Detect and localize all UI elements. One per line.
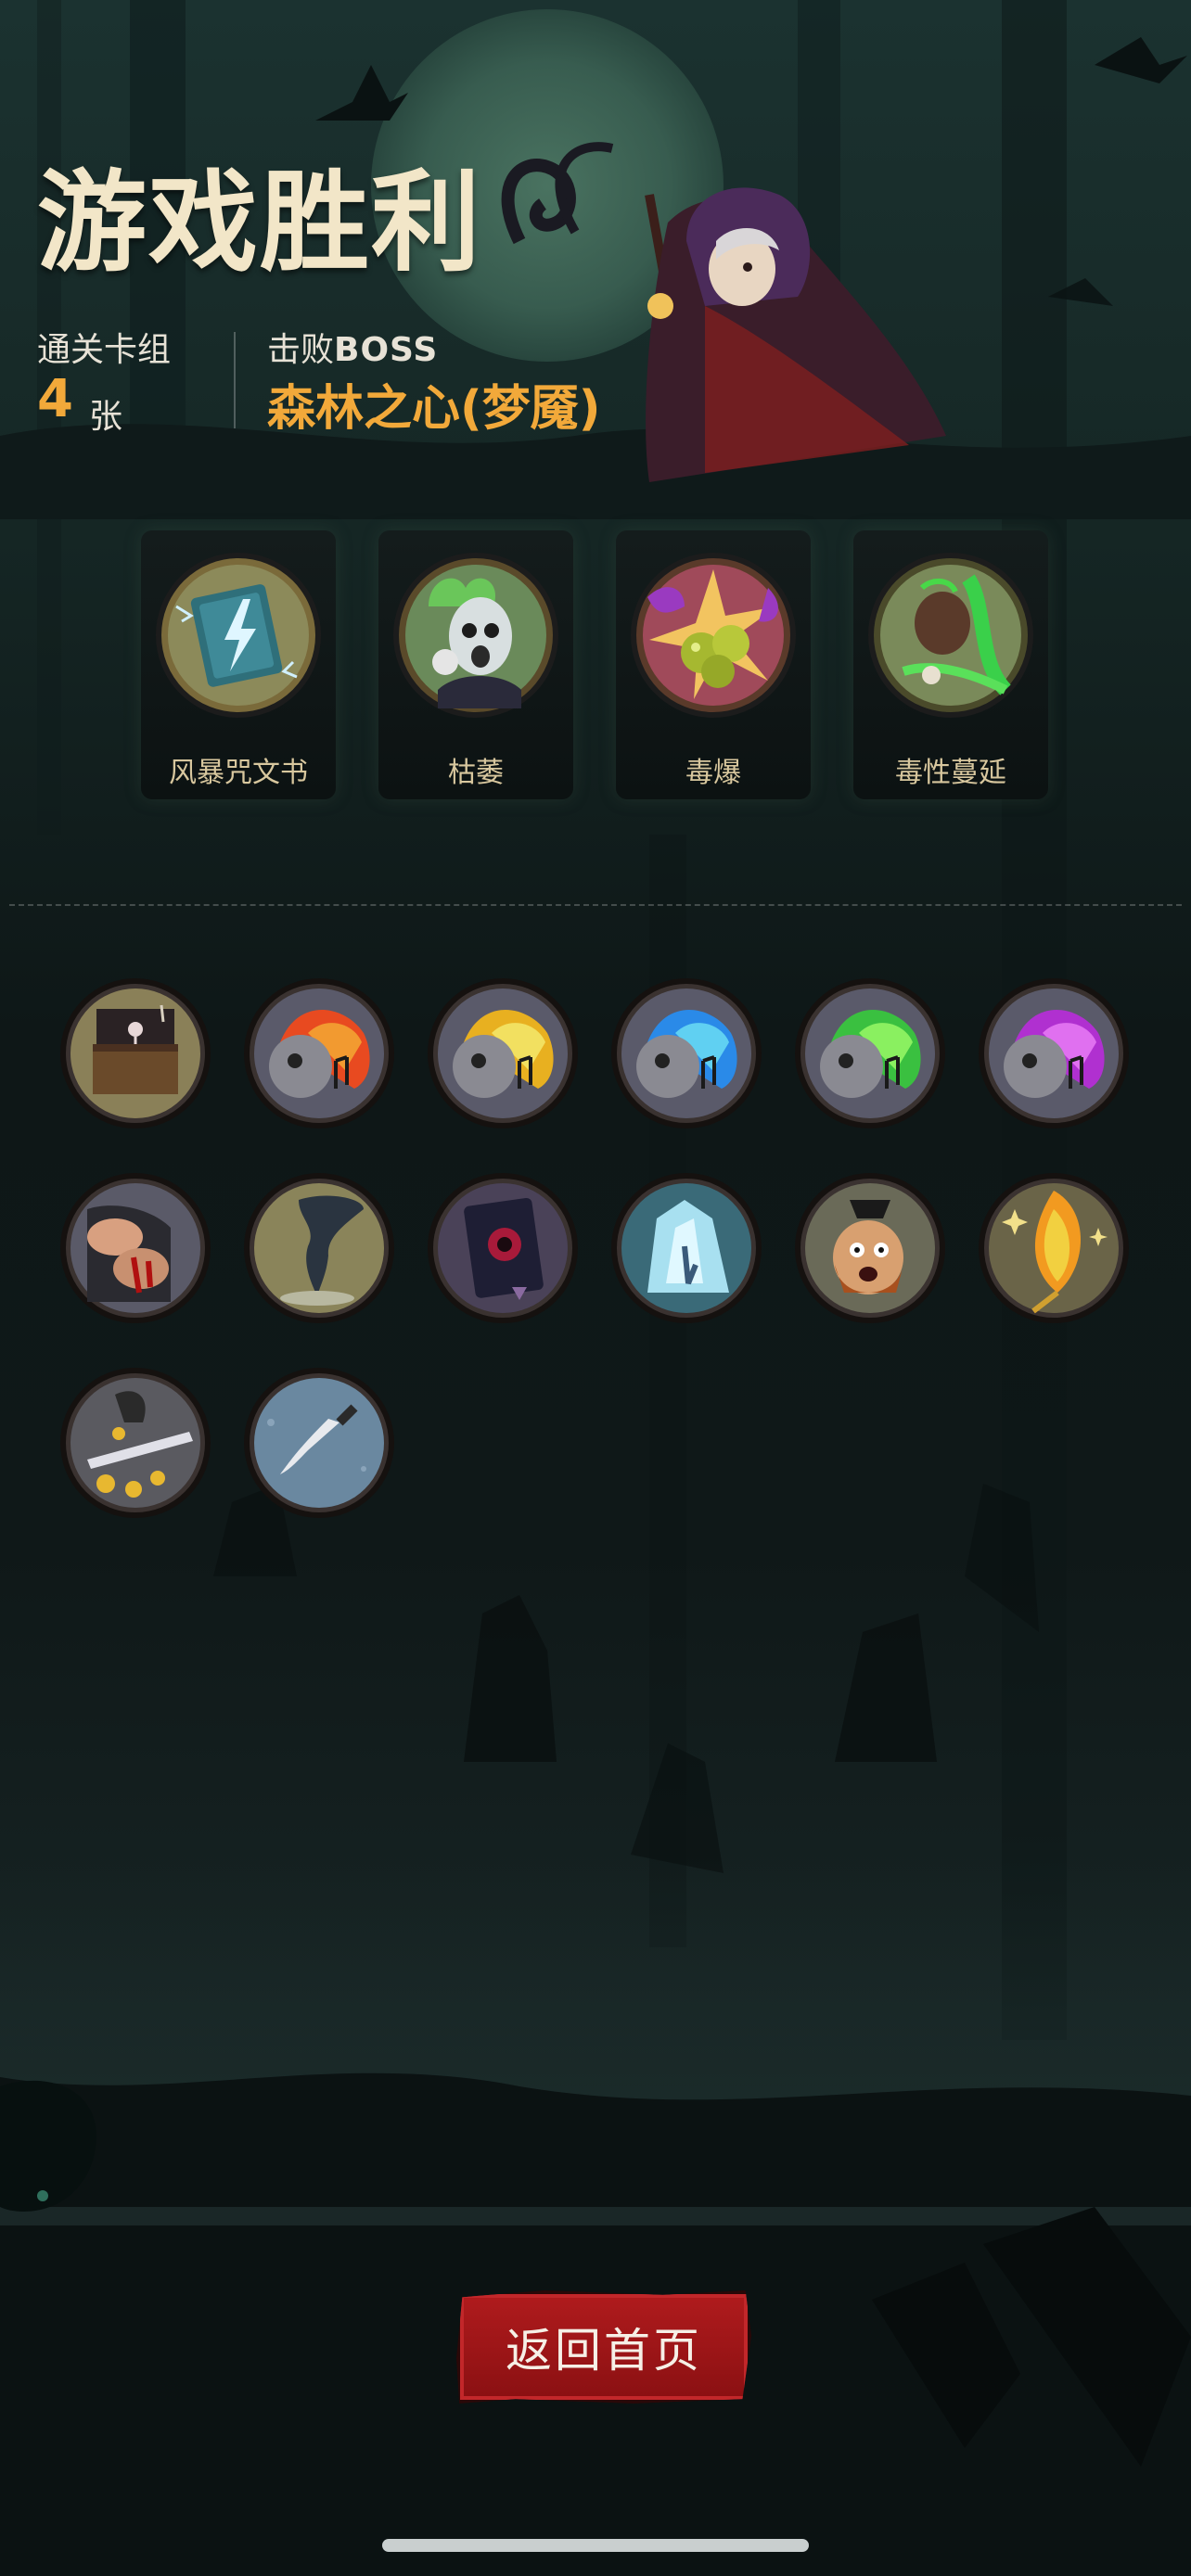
red-flame-music-skull-icon[interactable] bbox=[243, 977, 395, 1129]
victory-screen: 游戏胜利 通关卡组 4 张 击败BOSS 森林之心(梦魇) 风暴咒文书 枯萎 毒… bbox=[0, 0, 1191, 2576]
deck-label: 通关卡组 bbox=[37, 331, 172, 369]
panicked-pirate-icon[interactable] bbox=[794, 1172, 946, 1324]
skill-card-poison-burst[interactable]: 毒爆 bbox=[616, 530, 811, 799]
gold-coin-sword-icon[interactable] bbox=[59, 1367, 211, 1519]
bloody-fist-brawler-icon[interactable] bbox=[59, 1172, 211, 1324]
return-home-button[interactable]: 返回首页 bbox=[456, 2290, 751, 2404]
poison-burst-icon bbox=[631, 553, 796, 718]
home-indicator[interactable] bbox=[382, 2539, 809, 2552]
skill-card-wither[interactable]: 枯萎 bbox=[378, 530, 573, 799]
stat-divider bbox=[234, 332, 236, 428]
phoenix-feather-icon[interactable] bbox=[978, 1172, 1130, 1324]
green-flame-music-skull-icon[interactable] bbox=[794, 977, 946, 1129]
music-box-icon[interactable] bbox=[59, 977, 211, 1129]
blue-flame-music-skull-icon[interactable] bbox=[610, 977, 762, 1129]
skill-card-toxic-spread[interactable]: 毒性蔓延 bbox=[853, 530, 1048, 799]
wither-ghost-icon bbox=[393, 553, 558, 718]
deck-count: 4 bbox=[37, 369, 73, 429]
toxic-spread-icon bbox=[868, 553, 1033, 718]
skill-label: 毒爆 bbox=[685, 757, 741, 789]
skill-label: 毒性蔓延 bbox=[895, 757, 1006, 789]
throwing-knife-icon[interactable] bbox=[243, 1367, 395, 1519]
purple-flame-music-skull-icon[interactable] bbox=[978, 977, 1130, 1129]
boss-label-suffix: BOSS bbox=[334, 331, 439, 369]
return-home-label: 返回首页 bbox=[506, 2324, 702, 2378]
boss-label-prefix: 击败 bbox=[267, 331, 335, 369]
skill-card-storm-spellbook[interactable]: 风暴咒文书 bbox=[141, 530, 336, 799]
boss-label: 击败BOSS bbox=[267, 323, 438, 371]
skill-label: 风暴咒文书 bbox=[169, 757, 308, 789]
section-divider bbox=[9, 904, 1182, 906]
storm-spellbook-icon bbox=[156, 553, 321, 718]
boss-name: 森林之心(梦魇) bbox=[267, 381, 601, 437]
ice-crystal-icon[interactable] bbox=[610, 1172, 762, 1324]
skill-label: 枯萎 bbox=[448, 757, 504, 789]
victory-title: 游戏胜利 bbox=[37, 159, 483, 287]
deck-unit: 张 bbox=[89, 398, 123, 436]
yellow-flame-music-skull-icon[interactable] bbox=[427, 977, 579, 1129]
dark-tome-icon[interactable] bbox=[427, 1172, 579, 1324]
tornado-icon[interactable] bbox=[243, 1172, 395, 1324]
